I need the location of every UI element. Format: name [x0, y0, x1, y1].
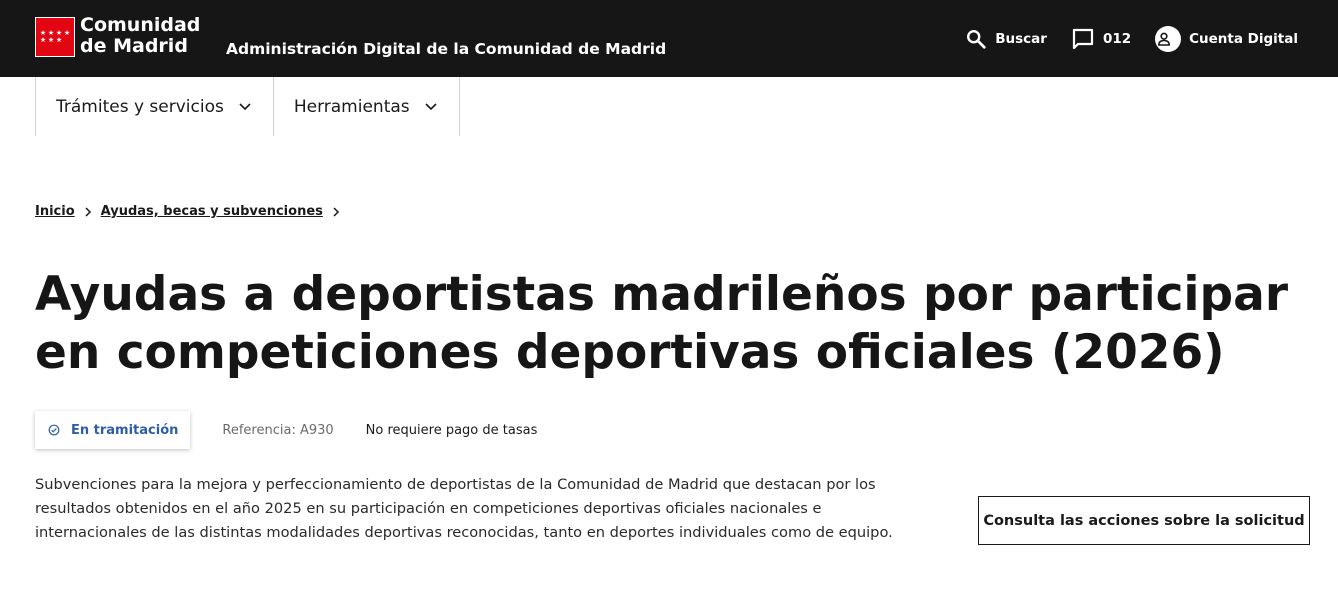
- site-title[interactable]: Administración Digital de la Comunidad d…: [226, 40, 666, 58]
- breadcrumb-ayudas[interactable]: Ayudas, becas y subvenciones: [101, 204, 323, 219]
- search-icon: [967, 30, 986, 49]
- breadcrumb-inicio[interactable]: Inicio: [35, 204, 75, 219]
- chat-bubble-icon: [1072, 28, 1094, 50]
- brand-line-2: de Madrid: [80, 35, 188, 57]
- check-circle-icon: [48, 424, 60, 436]
- breadcrumb: Inicio Ayudas, becas y subvenciones: [35, 204, 349, 219]
- nav-item-label: Trámites y servicios: [56, 96, 224, 117]
- chevron-right-icon: [84, 206, 92, 218]
- account-label: Cuenta Digital: [1189, 31, 1298, 47]
- consult-actions-button[interactable]: Consulta las acciones sobre la solicitud: [978, 496, 1310, 545]
- stars-icon: ★ ★ ★ ★ ★ ★ ★: [39, 30, 71, 44]
- page-title: Ayudas a deportistas madrileños por part…: [35, 267, 1289, 380]
- phone-label: 012: [1102, 31, 1132, 47]
- status-badge: En tramitación: [35, 411, 191, 449]
- procedure-description: Subvenciones para la mejora y perfeccion…: [35, 476, 893, 541]
- nav-tramites-servicios[interactable]: Trámites y servicios: [35, 77, 273, 136]
- brand-line-1: Comunidad: [80, 14, 201, 36]
- chevron-right-icon: [332, 206, 340, 218]
- search-button[interactable]: Buscar: [965, 28, 1047, 50]
- user-icon: [1155, 26, 1182, 52]
- main-navigation: Trámites y servicios Herramientas: [35, 77, 460, 136]
- comunidad-madrid-logo[interactable]: ★ ★ ★ ★ ★ ★ ★: [35, 17, 75, 57]
- search-label: Buscar: [995, 31, 1047, 47]
- chevron-down-icon: [425, 102, 437, 110]
- status-label: En tramitación: [71, 422, 179, 438]
- reference-code: Referencia: A930: [222, 422, 334, 438]
- header-actions: Buscar 012 Cuenta Digital: [965, 26, 1298, 52]
- phone-012-button[interactable]: 012: [1071, 27, 1131, 51]
- account-button[interactable]: Cuenta Digital: [1155, 26, 1298, 52]
- chevron-down-icon: [239, 102, 251, 110]
- procedure-meta: En tramitación Referencia: A930 No requi…: [35, 411, 537, 449]
- nav-item-label: Herramientas: [293, 96, 410, 117]
- nav-herramientas[interactable]: Herramientas: [272, 77, 460, 136]
- top-header: ★ ★ ★ ★ ★ ★ ★ Comunidad de Madrid Administrac…: [0, 0, 1338, 77]
- brand-name[interactable]: Comunidad de Madrid: [80, 15, 200, 57]
- fees-info: No requiere pago de tasas: [365, 422, 538, 438]
